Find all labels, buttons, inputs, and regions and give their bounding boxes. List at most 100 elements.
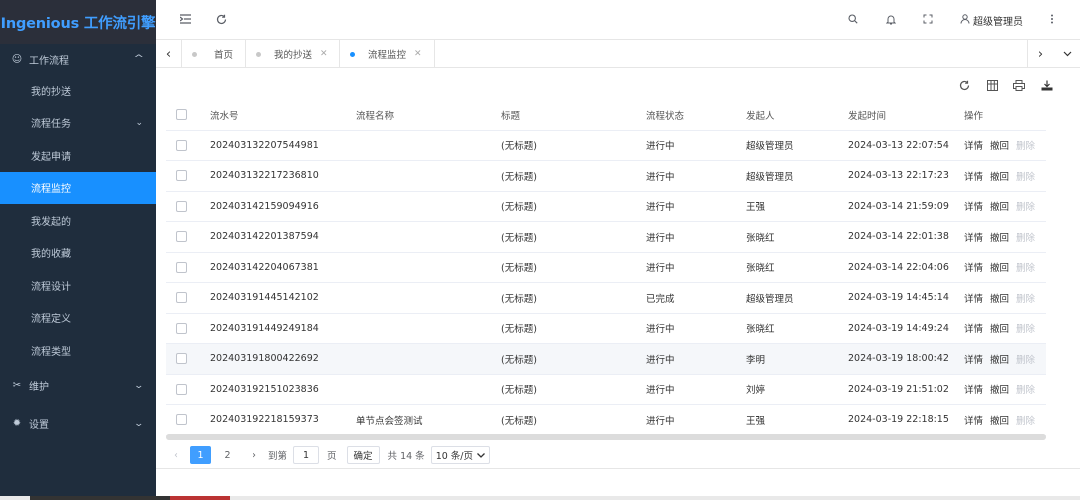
revoke-button[interactable]: 撤回	[990, 260, 1009, 274]
close-icon[interactable]: ✕	[320, 49, 328, 59]
row-checkbox[interactable]	[176, 170, 187, 182]
delete-button[interactable]: 删除	[1016, 382, 1035, 396]
scrollbar-thumb[interactable]	[166, 434, 1046, 440]
tab-scroll-left-icon[interactable]: ‹	[156, 40, 182, 68]
detail-button[interactable]: 详情	[964, 413, 983, 427]
confirm-goto-button[interactable]: 确定	[346, 446, 380, 464]
sidebar-item-process-design[interactable]: 流程设计	[0, 269, 156, 302]
row-checkbox[interactable]	[176, 353, 187, 365]
table-row[interactable]: 202403142204067381 (无标题) 进行中 张晓红 2024-03-14 …	[166, 253, 1046, 283]
row-checkbox[interactable]	[176, 139, 187, 151]
detail-button[interactable]: 详情	[964, 199, 983, 213]
export-icon[interactable]	[1040, 78, 1054, 92]
page-number-1[interactable]: 1	[190, 446, 211, 464]
menu-fold-icon[interactable]	[178, 12, 192, 26]
revoke-button[interactable]: 撤回	[990, 413, 1009, 427]
cell-status: 进行中	[646, 415, 675, 427]
delete-button[interactable]: 删除	[1016, 352, 1035, 366]
horizontal-scrollbar[interactable]	[166, 434, 1046, 440]
delete-button[interactable]: 删除	[1016, 169, 1035, 183]
row-checkbox[interactable]	[176, 322, 187, 334]
sidebar-item-process-definition[interactable]: 流程定义	[0, 302, 156, 335]
table-row[interactable]: 202403142159094916 (无标题) 进行中 王强 2024-03-14 2…	[166, 192, 1046, 222]
row-checkbox[interactable]	[176, 414, 187, 426]
column-header-serial[interactable]: 流水号	[210, 100, 239, 130]
delete-button[interactable]: 删除	[1016, 230, 1035, 244]
select-all-checkbox[interactable]	[176, 109, 187, 121]
refresh-icon[interactable]	[957, 78, 971, 92]
table-row[interactable]: 202403142201387594 (无标题) 进行中 张晓红 2024-03-14 …	[166, 222, 1046, 253]
row-checkbox[interactable]	[176, 292, 187, 304]
column-header-process-name[interactable]: 流程名称	[356, 100, 394, 130]
row-checkbox[interactable]	[176, 200, 187, 212]
delete-button[interactable]: 删除	[1016, 413, 1035, 427]
chevron-down-icon: ⌄	[133, 380, 145, 391]
refresh-icon[interactable]	[214, 12, 228, 26]
menu-group-maintenance[interactable]: ✂ 维护 ⌄	[0, 367, 156, 405]
detail-button[interactable]: 详情	[964, 138, 983, 152]
tab-home[interactable]: 首页	[182, 40, 246, 68]
row-checkbox[interactable]	[176, 261, 187, 273]
detail-button[interactable]: 详情	[964, 321, 983, 335]
menu-group-workflow[interactable]: ☺ 工作流程 ^	[0, 44, 156, 74]
fullscreen-icon[interactable]	[921, 12, 935, 26]
revoke-button[interactable]: 撤回	[990, 382, 1009, 396]
prev-page-icon[interactable]: ‹	[166, 446, 186, 464]
detail-button[interactable]: 详情	[964, 260, 983, 274]
tab-my-cc[interactable]: 我的抄送 ✕	[246, 40, 340, 68]
table-row[interactable]: 202403192218159373 单节点会签测试 (无标题) 进行中 王强 2024-…	[166, 405, 1046, 436]
revoke-button[interactable]: 撤回	[990, 169, 1009, 183]
tab-process-monitor[interactable]: 流程监控 ✕	[340, 40, 435, 68]
revoke-button[interactable]: 撤回	[990, 352, 1009, 366]
revoke-button[interactable]: 撤回	[990, 321, 1009, 335]
print-icon[interactable]	[1012, 78, 1026, 92]
sidebar-item-my-cc[interactable]: 我的抄送	[0, 74, 156, 107]
delete-button[interactable]: 删除	[1016, 199, 1035, 213]
column-header-title[interactable]: 标题	[501, 100, 520, 130]
table-row[interactable]: 202403192151023836 (无标题) 进行中 刘婷 2024-03-19 2…	[166, 375, 1046, 405]
table-row[interactable]: 202403191445142102 (无标题) 已完成 超级管理员 2024-03-1…	[166, 283, 1046, 314]
revoke-button[interactable]: 撤回	[990, 291, 1009, 305]
detail-button[interactable]: 详情	[964, 352, 983, 366]
goto-page-input[interactable]: 1	[293, 446, 320, 464]
chevron-down-icon[interactable]	[1054, 40, 1080, 68]
delete-button[interactable]: 删除	[1016, 260, 1035, 274]
table-row[interactable]: 202403132207544981 (无标题) 进行中 超级管理员 2024-03-1…	[166, 131, 1046, 161]
page-number-2[interactable]: 2	[217, 446, 238, 464]
sidebar-item-process-type[interactable]: 流程类型	[0, 334, 156, 367]
tab-scroll-right-icon[interactable]: ›	[1027, 40, 1053, 68]
search-icon[interactable]	[846, 12, 860, 26]
user-menu[interactable]: 超级管理员	[960, 13, 1023, 28]
column-header-status[interactable]: 流程状态	[646, 100, 684, 130]
sidebar-item-start-request[interactable]: 发起申请	[0, 139, 156, 172]
delete-button[interactable]: 删除	[1016, 138, 1035, 152]
table-row[interactable]: 202403191800422692 (无标题) 进行中 李明 2024-03-19 1…	[166, 344, 1046, 375]
detail-button[interactable]: 详情	[964, 230, 983, 244]
table-row[interactable]: 202403132217236810 (无标题) 进行中 超级管理员 2024-03-1…	[166, 161, 1046, 192]
detail-button[interactable]: 详情	[964, 291, 983, 305]
column-header-start-time[interactable]: 发起时间	[848, 100, 886, 130]
revoke-button[interactable]: 撤回	[990, 138, 1009, 152]
sidebar-item-my-favorites[interactable]: 我的收藏	[0, 237, 156, 270]
menu-group-settings[interactable]: ✹ 设置 ⌄	[0, 405, 156, 443]
revoke-button[interactable]: 撤回	[990, 199, 1009, 213]
detail-button[interactable]: 详情	[964, 169, 983, 183]
next-page-icon[interactable]: ›	[244, 446, 264, 464]
revoke-button[interactable]: 撤回	[990, 230, 1009, 244]
row-checkbox[interactable]	[176, 231, 187, 243]
bell-icon[interactable]	[884, 12, 898, 26]
row-checkbox[interactable]	[176, 383, 187, 395]
page-size-value: 10 条/页	[435, 451, 473, 462]
page-size-select[interactable]: 10 条/页	[430, 446, 490, 464]
columns-icon[interactable]	[985, 78, 999, 92]
delete-button[interactable]: 删除	[1016, 291, 1035, 305]
sidebar-item-my-initiated[interactable]: 我发起的	[0, 204, 156, 237]
table-row[interactable]: 202403191449249184 (无标题) 进行中 张晓红 2024-03-19 …	[166, 314, 1046, 344]
close-icon[interactable]: ✕	[414, 49, 422, 59]
column-header-initiator[interactable]: 发起人	[746, 100, 775, 130]
more-vertical-icon[interactable]	[1045, 12, 1059, 26]
detail-button[interactable]: 详情	[964, 382, 983, 396]
sidebar-item-process-monitor[interactable]: 流程监控	[0, 171, 156, 204]
delete-button[interactable]: 删除	[1016, 321, 1035, 335]
sidebar-item-process-tasks[interactable]: 流程任务 ⌄	[0, 107, 156, 140]
